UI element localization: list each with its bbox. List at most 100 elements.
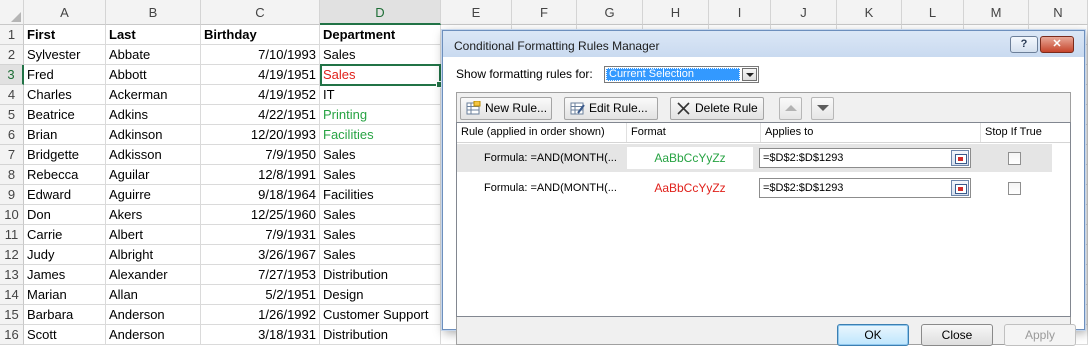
- close-window-button[interactable]: ✕: [1040, 36, 1074, 53]
- column-header-l[interactable]: L: [902, 0, 964, 25]
- row-header-2[interactable]: 2: [0, 45, 24, 65]
- cell-first[interactable]: Sylvester: [24, 45, 106, 65]
- cell-birthday[interactable]: 7/9/1931: [201, 225, 320, 245]
- chevron-down-icon[interactable]: [742, 68, 757, 81]
- cell-first[interactable]: James: [24, 265, 106, 285]
- cell-department[interactable]: Sales: [320, 245, 441, 265]
- cell-birthday[interactable]: 7/10/1993: [201, 45, 320, 65]
- row-header-6[interactable]: 6: [0, 125, 24, 145]
- edit-rule-button[interactable]: Edit Rule...: [564, 97, 658, 120]
- cell-birthday[interactable]: 12/25/1960: [201, 205, 320, 225]
- stop-if-true-checkbox[interactable]: [1008, 182, 1021, 195]
- applies-to-field[interactable]: =$D$2:$D$1293: [759, 178, 971, 198]
- column-header-i[interactable]: I: [709, 0, 771, 25]
- row-header-13[interactable]: 13: [0, 265, 24, 285]
- cell-last[interactable]: Adkins: [106, 105, 201, 125]
- cell-first[interactable]: Charles: [24, 85, 106, 105]
- cell-first[interactable]: Fred: [24, 65, 106, 85]
- cell-department[interactable]: Distribution: [320, 325, 441, 345]
- column-header-e[interactable]: E: [441, 0, 512, 25]
- cell-last[interactable]: Allan: [106, 285, 201, 305]
- column-header-a[interactable]: A: [24, 0, 106, 25]
- col-header-applies-to[interactable]: Applies to: [761, 123, 981, 142]
- rule-row[interactable]: Formula: =AND(MONTH(... AaBbCcYyZz =$D$2…: [457, 174, 1052, 202]
- row-header-10[interactable]: 10: [0, 205, 24, 225]
- row-header-12[interactable]: 12: [0, 245, 24, 265]
- column-header-f[interactable]: F: [512, 0, 577, 25]
- cell-first[interactable]: Edward: [24, 185, 106, 205]
- cell-department[interactable]: Sales: [320, 165, 441, 185]
- column-header-b[interactable]: B: [106, 0, 201, 25]
- cell-first[interactable]: Judy: [24, 245, 106, 265]
- cell-first[interactable]: Rebecca: [24, 165, 106, 185]
- cell-birthday[interactable]: 5/2/1951: [201, 285, 320, 305]
- select-all-corner[interactable]: [0, 0, 24, 25]
- column-header-j[interactable]: J: [771, 0, 837, 25]
- header-cell-department[interactable]: Department: [320, 25, 441, 45]
- cell-last[interactable]: Abbott: [106, 65, 201, 85]
- move-up-button[interactable]: [779, 97, 802, 120]
- cell-last[interactable]: Abbate: [106, 45, 201, 65]
- cell-last[interactable]: Adkinson: [106, 125, 201, 145]
- row-header-4[interactable]: 4: [0, 85, 24, 105]
- row-header-7[interactable]: 7: [0, 145, 24, 165]
- header-cell-last[interactable]: Last: [106, 25, 201, 45]
- cell-department[interactable]: Customer Support: [320, 305, 441, 325]
- cell-birthday[interactable]: 4/19/1952: [201, 85, 320, 105]
- column-header-k[interactable]: K: [837, 0, 902, 25]
- cell-department[interactable]: Sales: [320, 225, 441, 245]
- cell-department[interactable]: Facilities: [320, 185, 441, 205]
- header-cell-birthday[interactable]: Birthday: [201, 25, 320, 45]
- column-header-d[interactable]: D: [320, 0, 441, 25]
- cell-last[interactable]: Anderson: [106, 305, 201, 325]
- cell-birthday[interactable]: 1/26/1992: [201, 305, 320, 325]
- stop-if-true-checkbox[interactable]: [1008, 152, 1021, 165]
- collapse-range-icon[interactable]: [951, 150, 969, 166]
- new-rule-button[interactable]: New Rule...: [460, 97, 552, 120]
- cell-birthday[interactable]: 3/18/1931: [201, 325, 320, 345]
- column-header-c[interactable]: C: [201, 0, 320, 25]
- cell-last[interactable]: Akers: [106, 205, 201, 225]
- cell-birthday[interactable]: 7/27/1953: [201, 265, 320, 285]
- cell-department[interactable]: Sales: [320, 65, 441, 85]
- cell-first[interactable]: Brian: [24, 125, 106, 145]
- cell-birthday[interactable]: 7/9/1950: [201, 145, 320, 165]
- cell-first[interactable]: Carrie: [24, 225, 106, 245]
- cell-birthday[interactable]: 3/26/1967: [201, 245, 320, 265]
- cell-birthday[interactable]: 12/20/1993: [201, 125, 320, 145]
- cell-department[interactable]: Distribution: [320, 265, 441, 285]
- cell-department[interactable]: Design: [320, 285, 441, 305]
- cell-birthday[interactable]: 9/18/1964: [201, 185, 320, 205]
- cell-birthday[interactable]: 4/19/1951: [201, 65, 320, 85]
- column-header-h[interactable]: H: [643, 0, 709, 25]
- cell-first[interactable]: Scott: [24, 325, 106, 345]
- cell-last[interactable]: Alexander: [106, 265, 201, 285]
- row-header-8[interactable]: 8: [0, 165, 24, 185]
- column-header-n[interactable]: N: [1029, 0, 1088, 25]
- row-header-5[interactable]: 5: [0, 105, 24, 125]
- applies-to-field[interactable]: =$D$2:$D$1293: [759, 148, 971, 168]
- move-down-button[interactable]: [811, 97, 834, 120]
- cell-department[interactable]: Sales: [320, 205, 441, 225]
- cell-last[interactable]: Adkisson: [106, 145, 201, 165]
- col-header-stop-if-true[interactable]: Stop If True: [981, 123, 1070, 142]
- column-header-g[interactable]: G: [577, 0, 643, 25]
- help-button[interactable]: ?: [1010, 36, 1038, 53]
- cell-last[interactable]: Albert: [106, 225, 201, 245]
- cell-first[interactable]: Don: [24, 205, 106, 225]
- column-header-m[interactable]: M: [964, 0, 1029, 25]
- cell-last[interactable]: Albright: [106, 245, 201, 265]
- header-cell-first[interactable]: First: [24, 25, 106, 45]
- cell-last[interactable]: Aguilar: [106, 165, 201, 185]
- row-header-15[interactable]: 15: [0, 305, 24, 325]
- row-header-3[interactable]: 3: [0, 65, 24, 85]
- row-header-11[interactable]: 11: [0, 225, 24, 245]
- row-header-16[interactable]: 16: [0, 325, 24, 345]
- cell-first[interactable]: Marian: [24, 285, 106, 305]
- cell-birthday[interactable]: 4/22/1951: [201, 105, 320, 125]
- cell-first[interactable]: Beatrice: [24, 105, 106, 125]
- cell-department[interactable]: Printing: [320, 105, 441, 125]
- col-header-format[interactable]: Format: [627, 123, 761, 142]
- cell-last[interactable]: Anderson: [106, 325, 201, 345]
- row-header-9[interactable]: 9: [0, 185, 24, 205]
